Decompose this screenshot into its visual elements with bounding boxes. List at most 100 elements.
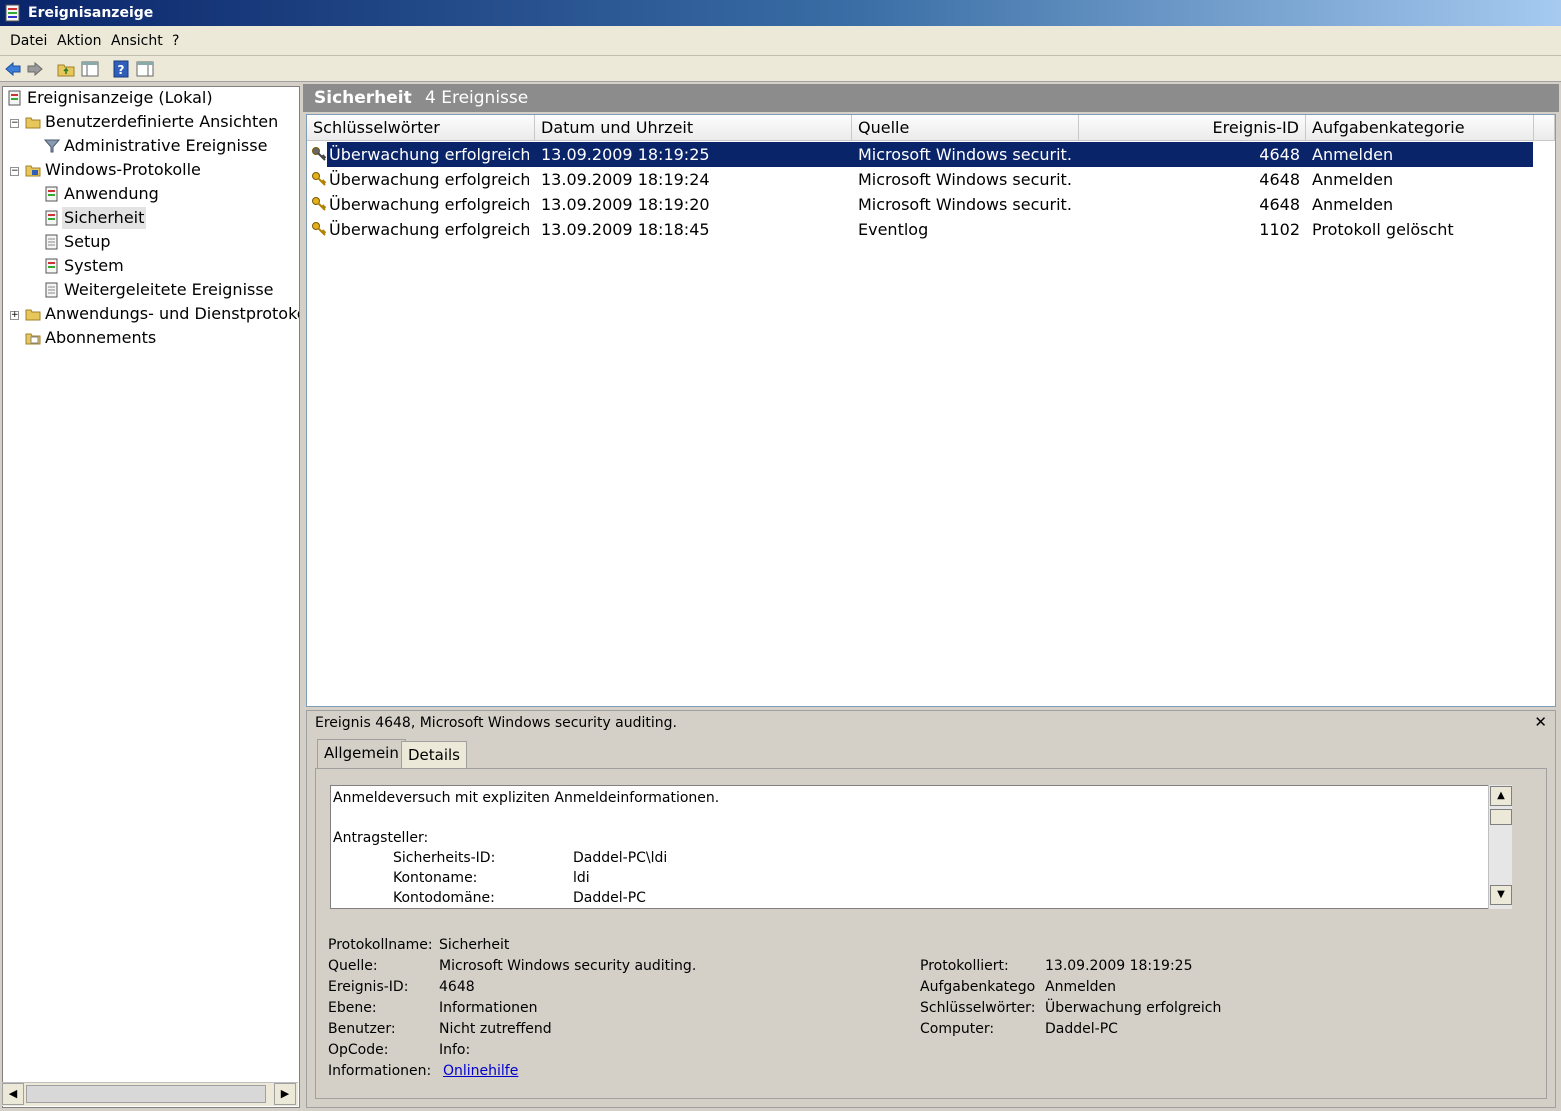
event-row[interactable]: Überwachung erfolgreich 13.09.2009 18:19:… — [307, 167, 1537, 192]
cell-datetime: 13.09.2009 18:19:20 — [541, 195, 710, 214]
log-header: Sicherheit 4 Ereignisse — [303, 84, 1559, 112]
cell-datetime: 13.09.2009 18:18:45 — [541, 220, 710, 239]
tree-label-windows-logs: Windows-Protokolle — [45, 160, 201, 179]
column-keywords[interactable]: Schlüsselwörter — [307, 115, 535, 141]
tree-label-custom-views: Benutzerdefinierte Ansichten — [45, 112, 279, 131]
cell-event-id: 4648 — [1259, 145, 1300, 164]
collapse-custom-views[interactable]: − — [10, 119, 19, 128]
close-detail-button[interactable]: ✕ — [1534, 713, 1547, 731]
tree-label-system: System — [64, 256, 124, 275]
prop-label: Computer: — [920, 1021, 995, 1037]
tree-label-root: Ereignisanzeige (Lokal) — [27, 88, 213, 107]
message-line: Anmeldeversuch mit expliziten Anmeldeinf… — [333, 790, 720, 806]
event-detail-pane: Ereignis 4648, Microsoft Windows securit… — [306, 710, 1556, 1108]
prop-label: Schlüsselwörter: — [920, 1000, 1036, 1016]
menu-bar: Datei Aktion Ansicht ? — [0, 26, 1561, 56]
tree-label-subscriptions: Abonnements — [45, 328, 157, 347]
tab-details[interactable]: Details — [401, 741, 468, 769]
scroll-right-button[interactable]: ▶ — [274, 1083, 296, 1105]
scroll-left-button[interactable]: ◀ — [2, 1083, 24, 1105]
general-tab-panel: Anmeldeversuch mit expliziten Anmeldeinf… — [315, 768, 1547, 1099]
prop-value: Informationen — [439, 1000, 538, 1016]
show-hide-tree-icon[interactable] — [81, 60, 99, 78]
column-task-category[interactable]: Aufgabenkategorie — [1306, 115, 1534, 141]
log-plain-icon — [45, 234, 58, 250]
scroll-thumb[interactable] — [26, 1085, 266, 1103]
column-datetime[interactable]: Datum und Uhrzeit — [535, 115, 852, 141]
cell-source: Microsoft Windows securit... — [858, 170, 1073, 189]
message-field-value: ldi — [573, 870, 590, 886]
folder-icon — [25, 117, 41, 129]
audit-success-key-icon — [312, 222, 327, 236]
prop-value: Daddel-PC — [1045, 1021, 1118, 1037]
prop-label: Informationen: — [328, 1063, 432, 1079]
cell-source: Microsoft Windows securit... — [858, 195, 1073, 214]
message-field-label: Kontodomäne: — [393, 890, 495, 906]
svg-text:?: ? — [118, 63, 125, 77]
folder-icon — [25, 165, 41, 177]
menu-datei[interactable]: Datei — [10, 33, 47, 49]
tab-general[interactable]: Allgemein — [317, 739, 406, 771]
scroll-up-button[interactable]: ▲ — [1490, 786, 1512, 806]
expand-app-service-logs[interactable]: + — [10, 311, 19, 320]
log-icon — [45, 210, 58, 226]
up-folder-icon[interactable] — [57, 60, 75, 78]
tree-label-setup: Setup — [64, 232, 111, 251]
log-icon — [45, 186, 58, 202]
event-row[interactable]: Überwachung erfolgreich 13.09.2009 18:19:… — [307, 192, 1537, 217]
event-viewer-app-icon — [5, 4, 20, 22]
event-count: 4 Ereignisse — [425, 88, 529, 108]
column-filler — [1534, 115, 1555, 141]
cell-event-id: 1102 — [1259, 220, 1300, 239]
cell-task-category: Protokoll gelöscht — [1312, 220, 1454, 239]
online-help-link[interactable]: Onlinehilfe — [443, 1063, 518, 1079]
event-row[interactable]: Überwachung erfolgreich 13.09.2009 18:19:… — [307, 142, 1537, 167]
back-icon[interactable] — [4, 60, 22, 78]
prop-value: 4648 — [439, 979, 475, 995]
prop-label: OpCode: — [328, 1042, 389, 1058]
cell-task-category: Anmelden — [1312, 170, 1394, 189]
help-icon[interactable]: ? — [112, 60, 130, 78]
message-field-label: Sicherheits-ID: — [393, 850, 496, 866]
column-event-id[interactable]: Ereignis-ID — [1079, 115, 1306, 141]
event-message-box[interactable]: Anmeldeversuch mit expliziten Anmeldeinf… — [330, 785, 1512, 909]
event-row[interactable]: Überwachung erfolgreich 13.09.2009 18:18:… — [307, 217, 1537, 242]
tree-label-forwarded-events: Weitergeleitete Ereignisse — [64, 280, 274, 299]
menu-aktion[interactable]: Aktion — [57, 33, 102, 49]
tree-label-admin-events: Administrative Ereignisse — [64, 136, 268, 155]
audit-success-key-icon — [312, 172, 327, 186]
prop-label: Protokollname: — [328, 937, 433, 953]
prop-value: Anmelden — [1045, 979, 1116, 995]
show-hide-action-pane-icon[interactable] — [136, 60, 154, 78]
column-source[interactable]: Quelle — [852, 115, 1079, 141]
prop-label: Aufgabenkatego — [920, 979, 1036, 995]
prop-value: Überwachung erfolgreich — [1045, 1000, 1222, 1016]
toolbar: ? — [0, 56, 1561, 82]
scroll-down-button[interactable]: ▼ — [1490, 885, 1512, 905]
menu-help[interactable]: ? — [172, 33, 179, 49]
cell-event-id: 4648 — [1259, 195, 1300, 214]
menu-ansicht[interactable]: Ansicht — [111, 33, 163, 49]
scroll-thumb[interactable] — [1490, 809, 1512, 825]
audit-success-key-icon — [312, 147, 327, 161]
message-vertical-scrollbar[interactable]: ▲ ▼ — [1488, 785, 1512, 909]
collapse-windows-logs[interactable]: − — [10, 167, 19, 176]
prop-value: Nicht zutreffend — [439, 1021, 552, 1037]
forward-icon[interactable] — [26, 60, 44, 78]
tree-horizontal-scrollbar[interactable]: ◀ ▶ — [2, 1082, 298, 1106]
log-name: Sicherheit — [314, 88, 412, 108]
message-section: Antragsteller: — [333, 830, 429, 846]
cell-keywords: Überwachung erfolgreich — [329, 145, 529, 164]
prop-value: Info: — [439, 1042, 471, 1058]
cell-keywords: Überwachung erfolgreich — [329, 195, 529, 214]
navigation-tree: Ereignisanzeige (Lokal) − Benutzerdefini… — [2, 86, 300, 1108]
prop-label: Protokolliert: — [920, 958, 1009, 974]
cell-source: Eventlog — [858, 220, 929, 239]
main-pane: Sicherheit 4 Ereignisse Schlüsselwörter … — [303, 84, 1559, 1108]
tree-label-app-service-logs: Anwendungs- und Dienstprotokolle — [45, 304, 300, 323]
cell-task-category: Anmelden — [1312, 195, 1394, 214]
event-list: Schlüsselwörter Datum und Uhrzeit Quelle… — [306, 114, 1556, 707]
cell-task-category: Anmelden — [1312, 145, 1394, 164]
prop-label: Benutzer: — [328, 1021, 396, 1037]
prop-value: Microsoft Windows security auditing. — [439, 958, 697, 974]
